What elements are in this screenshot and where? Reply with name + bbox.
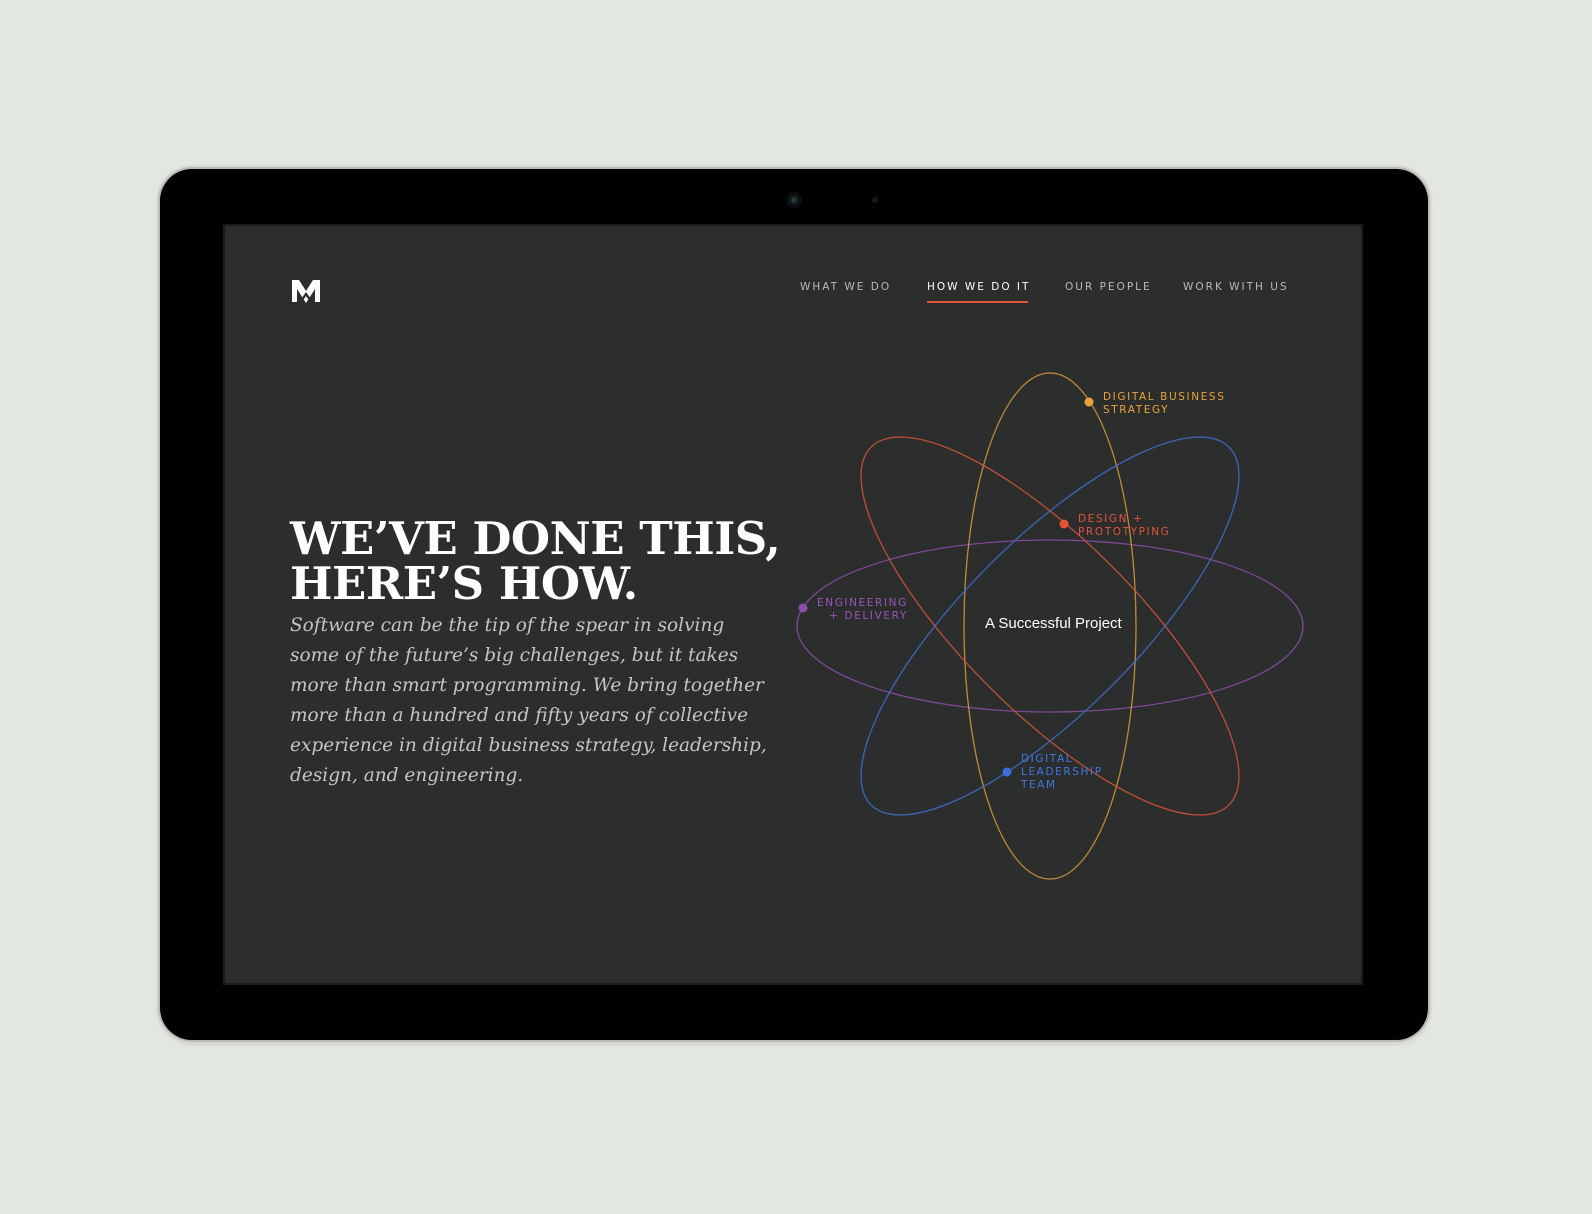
website-screen: WHAT WE DO HOW WE DO IT OUR PEOPLE WORK … bbox=[225, 226, 1361, 983]
camera-lens bbox=[786, 192, 802, 208]
orbit-diagram: DIGITAL BUSINESS STRATEGY DESIGN + PROTO… bbox=[785, 366, 1345, 906]
orbit-diagram-svg bbox=[796, 372, 1304, 880]
nav-how-we-do-it[interactable]: HOW WE DO IT bbox=[927, 281, 1031, 303]
node-design bbox=[1059, 519, 1069, 529]
label-design-prototyping: DESIGN + PROTOTYPING bbox=[1078, 513, 1171, 538]
intro-paragraph: Software can be the tip of the spear in … bbox=[290, 615, 767, 786]
nav-what-we-do[interactable]: WHAT WE DO bbox=[800, 281, 891, 293]
page-headline: WE’VE DONE THIS, HERE’S HOW. bbox=[290, 516, 810, 606]
node-strategy bbox=[1084, 397, 1094, 407]
tablet-frame: WHAT WE DO HOW WE DO IT OUR PEOPLE WORK … bbox=[160, 169, 1428, 1040]
center-label: A Successful Project bbox=[985, 615, 1122, 632]
label-digital-business-strategy: DIGITAL BUSINESS STRATEGY bbox=[1103, 391, 1226, 416]
nav-label: WORK WITH US bbox=[1183, 281, 1289, 293]
nav-label: WHAT WE DO bbox=[800, 281, 892, 293]
light-sensor bbox=[872, 197, 878, 203]
label-digital-leadership-team: DIGITAL LEADERSHIP TEAM bbox=[1021, 753, 1103, 791]
node-engineering bbox=[798, 603, 808, 613]
nav-work-with-us[interactable]: WORK WITH US bbox=[1183, 281, 1289, 293]
node-leadership bbox=[1002, 767, 1012, 777]
headline-line-1: WE’VE DONE THIS, bbox=[290, 512, 781, 565]
label-engineering-delivery: ENGINEERING + DELIVERY bbox=[817, 597, 908, 622]
headline-line-2: HERE’S HOW. bbox=[290, 557, 638, 610]
nav-label: HOW WE DO IT bbox=[927, 281, 1031, 293]
active-nav-underline bbox=[927, 301, 1029, 303]
main-nav: WHAT WE DO HOW WE DO IT OUR PEOPLE WORK … bbox=[225, 281, 1361, 311]
nav-label: OUR PEOPLE bbox=[1065, 281, 1152, 293]
nav-our-people[interactable]: OUR PEOPLE bbox=[1065, 281, 1152, 293]
